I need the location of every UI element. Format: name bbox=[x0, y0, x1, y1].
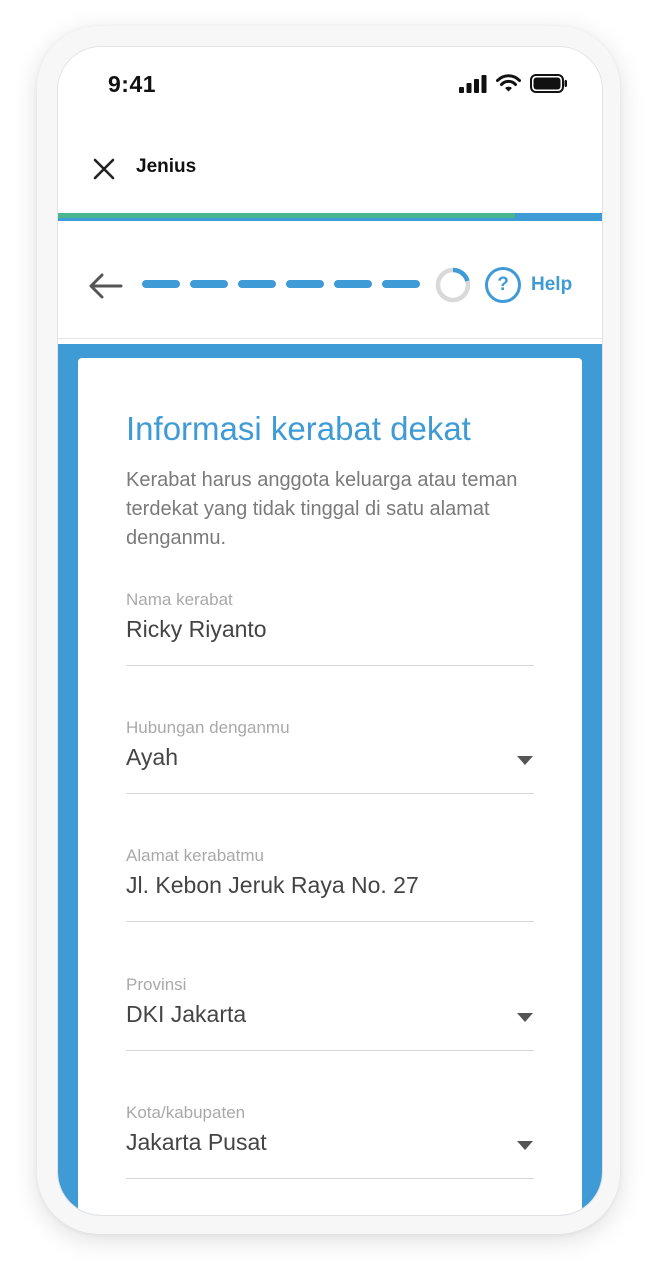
close-button[interactable] bbox=[88, 153, 120, 185]
status-time: 9:41 bbox=[108, 71, 157, 97]
dropdown-arrow-icon bbox=[517, 1013, 533, 1022]
city-select[interactable]: Kota/kabupaten Jakarta Pusat bbox=[126, 1103, 534, 1179]
back-arrow-icon bbox=[89, 273, 123, 299]
step-segment bbox=[286, 280, 324, 288]
relative-address-field[interactable]: Alamat kerabatmu Jl. Kebon Jeruk Raya No… bbox=[126, 846, 534, 922]
loading-spinner-icon bbox=[435, 267, 471, 303]
form-description: Kerabat harus anggota keluarga atau tema… bbox=[126, 469, 518, 549]
page-title: Jenius bbox=[136, 156, 197, 177]
field-label: Alamat kerabatmu bbox=[126, 846, 264, 865]
content-area: Informasi kerabat dekat Kerabat harus an… bbox=[58, 344, 602, 1215]
battery-icon bbox=[530, 74, 567, 93]
field-label: Kota/kabupaten bbox=[126, 1103, 246, 1122]
field-value: Ricky Riyanto bbox=[126, 616, 267, 642]
help-button[interactable]: ? Help bbox=[485, 267, 572, 303]
page-load-progress bbox=[58, 213, 602, 221]
step-segment bbox=[190, 280, 228, 288]
relative-name-field[interactable]: Nama kerabat Ricky Riyanto bbox=[126, 590, 534, 666]
help-icon: ? bbox=[485, 267, 521, 303]
dropdown-arrow-icon bbox=[517, 756, 533, 765]
field-value: Jakarta Pusat bbox=[126, 1129, 267, 1155]
step-segment bbox=[334, 280, 372, 288]
step-segment bbox=[142, 280, 180, 288]
field-label: Nama kerabat bbox=[126, 590, 233, 609]
dropdown-arrow-icon bbox=[517, 1141, 533, 1150]
field-value: Jl. Kebon Jeruk Raya No. 27 bbox=[126, 872, 419, 898]
signal-icon bbox=[459, 74, 487, 93]
wifi-icon bbox=[496, 74, 521, 92]
device-screen: 9:41 Jenius ? Help Informasi kerabat dek… bbox=[57, 46, 603, 1216]
step-progress bbox=[142, 280, 420, 288]
field-label: Provinsi bbox=[126, 975, 187, 994]
relationship-select[interactable]: Hubungan denganmu Ayah bbox=[126, 718, 534, 794]
step-segment bbox=[382, 280, 420, 288]
form-title: Informasi kerabat dekat bbox=[126, 410, 471, 447]
back-button[interactable] bbox=[86, 266, 126, 306]
page-load-progress-fill bbox=[58, 213, 515, 218]
field-value: Ayah bbox=[126, 744, 179, 770]
status-icons bbox=[459, 74, 568, 93]
help-label: Help bbox=[531, 274, 573, 295]
close-icon bbox=[93, 158, 115, 180]
step-segment bbox=[238, 280, 276, 288]
form-card: Informasi kerabat dekat Kerabat harus an… bbox=[78, 358, 582, 1215]
field-label: Hubungan denganmu bbox=[126, 718, 290, 737]
step-bar: ? Help bbox=[58, 221, 602, 339]
field-value: DKI Jakarta bbox=[126, 1001, 247, 1027]
browser-bar: Jenius bbox=[58, 127, 602, 213]
province-select[interactable]: Provinsi DKI Jakarta bbox=[126, 975, 534, 1051]
status-bar: 9:41 bbox=[58, 47, 602, 127]
